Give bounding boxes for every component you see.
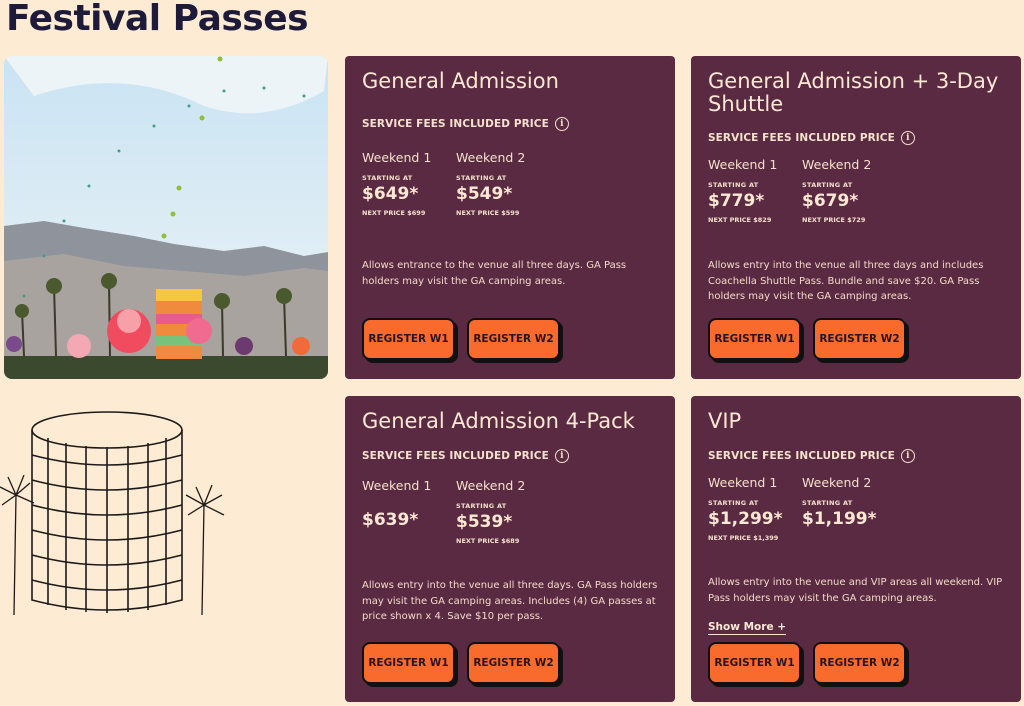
register-w2-button[interactable]: REGISTER W2 — [813, 642, 906, 684]
info-icon[interactable]: i — [900, 449, 915, 463]
weekend-1-pricing: Weekend 1 STARTING AT $1,299* NEXT PRICE… — [708, 475, 800, 542]
weekend-2-pricing: Weekend 2 STARTING AT $549* NEXT PRICE $… — [456, 150, 548, 217]
register-w1-button[interactable]: REGISTER W1 — [708, 642, 801, 684]
price: $679* — [802, 191, 859, 211]
price: $639* — [362, 510, 419, 530]
register-w1-button[interactable]: REGISTER W1 — [708, 318, 801, 360]
next-price: NEXT PRICE $699 — [362, 209, 426, 217]
weekend-1-pricing: Weekend 1 $639* — [362, 478, 454, 530]
festival-photo — [4, 56, 328, 379]
building-sketch-illustration — [0, 405, 230, 620]
price: $539* — [456, 512, 513, 532]
weekend-2-pricing: Weekend 2 STARTING AT $679* NEXT PRICE $… — [802, 157, 894, 224]
weekend-1-pricing: Weekend 1 STARTING AT $649* NEXT PRICE $… — [362, 150, 454, 217]
pass-card-vip: VIP SERVICE FEES INCLUDED PRICE i Weeken… — [691, 396, 1021, 702]
service-fees-label: SERVICE FEES INCLUDED PRICE i — [708, 131, 915, 145]
price: $649* — [362, 184, 419, 204]
info-icon[interactable]: i — [554, 117, 569, 131]
pass-description: Allows entry into the venue all three da… — [362, 580, 658, 622]
price: $1,199* — [802, 509, 877, 529]
price: $779* — [708, 191, 765, 211]
palm-tree-icon — [0, 475, 35, 615]
pass-description: Allows entrance to the venue all three d… — [362, 260, 627, 287]
pass-description: Allows entry into the venue and VIP area… — [708, 577, 1003, 604]
card-title: VIP — [708, 409, 742, 433]
price: $1,299* — [708, 509, 783, 529]
register-w1-button[interactable]: REGISTER W1 — [362, 642, 455, 684]
price: $549* — [456, 184, 513, 204]
next-price: NEXT PRICE $689 — [456, 537, 520, 545]
card-title: General Admission 4-Pack — [362, 409, 635, 433]
card-title: General Admission — [362, 69, 559, 93]
next-price: NEXT PRICE $729 — [802, 216, 866, 224]
register-w2-button[interactable]: REGISTER W2 — [467, 318, 560, 360]
service-fees-label: SERVICE FEES INCLUDED PRICE i — [362, 449, 569, 463]
pass-description: Allows entry into the venue all three da… — [708, 260, 984, 302]
register-w1-button[interactable]: REGISTER W1 — [362, 318, 455, 360]
info-icon[interactable]: i — [900, 131, 915, 145]
pass-card-ga-shuttle: General Admission + 3-Day Shuttle SERVIC… — [691, 56, 1021, 379]
card-title: General Admission + 3-Day Shuttle — [708, 69, 999, 116]
next-price: NEXT PRICE $599 — [456, 209, 520, 217]
palm-tree-icon — [185, 485, 225, 615]
weekend-2-pricing: Weekend 2 STARTING AT $539* NEXT PRICE $… — [456, 478, 548, 545]
next-price: NEXT PRICE $829 — [708, 216, 772, 224]
page-title: Festival Passes — [6, 0, 309, 39]
register-w2-button[interactable]: REGISTER W2 — [467, 642, 560, 684]
pass-card-general-admission: General Admission SERVICE FEES INCLUDED … — [345, 56, 675, 379]
service-fees-label: SERVICE FEES INCLUDED PRICE i — [708, 449, 915, 463]
weekend-1-pricing: Weekend 1 STARTING AT $779* NEXT PRICE $… — [708, 157, 800, 224]
weekend-2-pricing: Weekend 2 STARTING AT $1,199* — [802, 475, 894, 529]
info-icon[interactable]: i — [554, 449, 569, 463]
next-price: NEXT PRICE $1,399 — [708, 534, 779, 542]
service-fees-label: SERVICE FEES INCLUDED PRICE i — [362, 117, 569, 131]
pass-card-ga-4-pack: General Admission 4-Pack SERVICE FEES IN… — [345, 396, 675, 702]
register-w2-button[interactable]: REGISTER W2 — [813, 318, 906, 360]
show-more-link[interactable]: Show More + — [708, 621, 787, 635]
